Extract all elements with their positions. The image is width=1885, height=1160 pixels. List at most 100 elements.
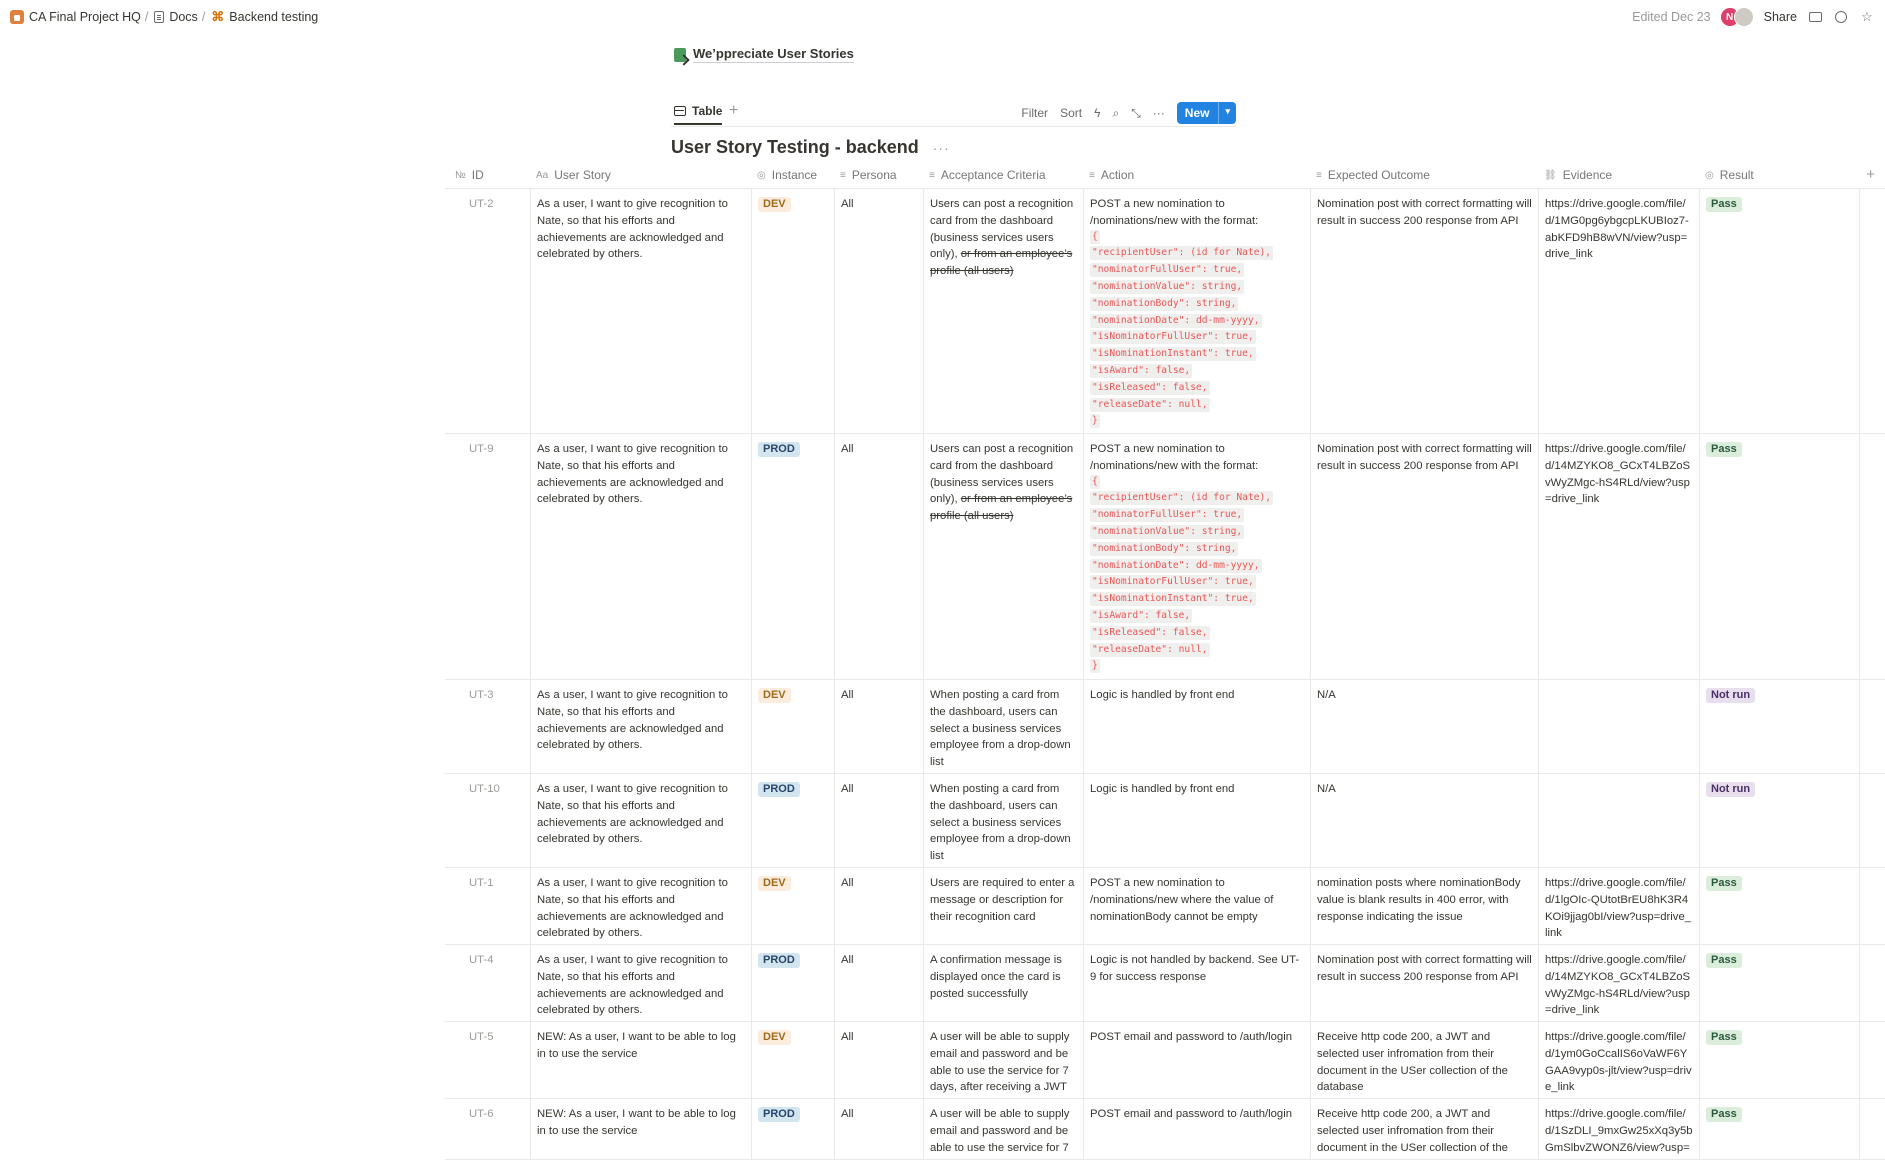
- cell-action[interactable]: Logic is not handled by backend. See UT-…: [1083, 945, 1310, 1021]
- cell-id[interactable]: UT-10: [445, 774, 530, 867]
- collaborator-avatars[interactable]: N: [1720, 7, 1754, 27]
- cell-criteria[interactable]: Users can post a recognition card from t…: [923, 434, 1083, 679]
- cell-story[interactable]: NEW: As a user, I want to be able to log…: [530, 1099, 751, 1159]
- table-row[interactable]: UT-5 NEW: As a user, I want to be able to…: [445, 1022, 1885, 1099]
- evidence-link[interactable]: https://drive.google.com/file/d/14MZYKO8…: [1545, 443, 1690, 505]
- cell-outcome[interactable]: nomination posts where nominationBody va…: [1310, 868, 1538, 944]
- cell-persona[interactable]: All: [834, 434, 923, 679]
- cell-evidence[interactable]: https://drive.google.com/file/d/1ym0GoCc…: [1538, 1022, 1699, 1098]
- column-header-instance[interactable]: ◎ Instance: [751, 162, 834, 188]
- cell-extra[interactable]: [1859, 774, 1885, 867]
- cell-extra[interactable]: [1859, 680, 1885, 773]
- cell-persona[interactable]: All: [834, 680, 923, 773]
- cell-persona[interactable]: All: [834, 774, 923, 867]
- cell-instance[interactable]: PROD: [751, 945, 834, 1021]
- cell-evidence[interactable]: https://drive.google.com/file/d/1MG0pg6y…: [1538, 189, 1699, 433]
- cell-criteria[interactable]: A confirmation message is displayed once…: [923, 945, 1083, 1021]
- cell-criteria[interactable]: When posting a card from the dashboard, …: [923, 680, 1083, 773]
- evidence-link[interactable]: https://drive.google.com/file/d/1MG0pg6y…: [1545, 198, 1689, 260]
- cell-instance[interactable]: DEV: [751, 1022, 834, 1098]
- more-options-icon[interactable]: ···: [1153, 106, 1165, 120]
- table-row[interactable]: UT-6 NEW: As a user, I want to be able to…: [445, 1099, 1885, 1160]
- cell-persona[interactable]: All: [834, 1099, 923, 1159]
- cell-story[interactable]: As a user, I want to give recognition to…: [530, 774, 751, 867]
- comments-icon[interactable]: [1807, 9, 1823, 25]
- cell-extra[interactable]: [1859, 1099, 1885, 1159]
- cell-story[interactable]: As a user, I want to give recognition to…: [530, 434, 751, 679]
- column-header-story[interactable]: Aa User Story: [530, 162, 751, 188]
- cell-extra[interactable]: [1859, 868, 1885, 944]
- cell-result[interactable]: Pass: [1699, 1022, 1859, 1098]
- cell-instance[interactable]: DEV: [751, 868, 834, 944]
- new-button[interactable]: New ▾: [1176, 102, 1236, 124]
- cell-evidence[interactable]: https://drive.google.com/file/d/1SzDLI_9…: [1538, 1099, 1699, 1159]
- filter-button[interactable]: Filter: [1021, 106, 1048, 120]
- cell-action[interactable]: POST a new nomination to /nominations/ne…: [1083, 434, 1310, 679]
- page-title[interactable]: We’ppreciate User Stories: [693, 46, 854, 63]
- evidence-link[interactable]: https://drive.google.com/file/d/1ym0GoCc…: [1545, 1031, 1692, 1093]
- cell-action[interactable]: POST email and password to /auth/login: [1083, 1022, 1310, 1098]
- cell-outcome[interactable]: Receive http code 200, a JWT and selecte…: [1310, 1099, 1538, 1159]
- cell-instance[interactable]: PROD: [751, 774, 834, 867]
- cell-action[interactable]: Logic is handled by front end: [1083, 774, 1310, 867]
- column-header-id[interactable]: № ID: [445, 162, 530, 188]
- cell-story[interactable]: As a user, I want to give recognition to…: [530, 945, 751, 1021]
- cell-outcome[interactable]: Nomination post with correct formatting …: [1310, 945, 1538, 1021]
- cell-criteria[interactable]: Users are required to enter a message or…: [923, 868, 1083, 944]
- evidence-link[interactable]: https://drive.google.com/file/d/1lgOIc-Q…: [1545, 877, 1691, 939]
- cell-result[interactable]: Pass: [1699, 189, 1859, 433]
- cell-persona[interactable]: All: [834, 1022, 923, 1098]
- cell-id[interactable]: UT-9: [445, 434, 530, 679]
- table-row[interactable]: UT-4 As a user, I want to give recognitio…: [445, 945, 1885, 1022]
- column-header-evidence[interactable]: ⛓ Evidence: [1538, 162, 1699, 188]
- cell-evidence[interactable]: [1538, 774, 1699, 867]
- table-row[interactable]: UT-2 As a user, I want to give recognitio…: [445, 189, 1885, 434]
- sort-button[interactable]: Sort: [1060, 106, 1082, 120]
- cell-id[interactable]: UT-2: [445, 189, 530, 433]
- column-header-result[interactable]: ◎ Result: [1699, 162, 1859, 188]
- cell-instance[interactable]: PROD: [751, 1099, 834, 1159]
- cell-result[interactable]: Not run: [1699, 774, 1859, 867]
- column-header-action[interactable]: ≡ Action: [1083, 162, 1310, 188]
- cell-action[interactable]: POST a new nomination to /nominations/ne…: [1083, 868, 1310, 944]
- cell-id[interactable]: UT-4: [445, 945, 530, 1021]
- cell-action[interactable]: POST email and password to /auth/login: [1083, 1099, 1310, 1159]
- evidence-link[interactable]: https://drive.google.com/file/d/14MZYKO8…: [1545, 954, 1690, 1016]
- breadcrumb-item-backend-testing[interactable]: ⌘ Backend testing: [211, 9, 318, 25]
- table-row[interactable]: UT-1 As a user, I want to give recognitio…: [445, 868, 1885, 945]
- cell-evidence[interactable]: https://drive.google.com/file/d/14MZYKO8…: [1538, 945, 1699, 1021]
- chevron-down-icon[interactable]: ▾: [1218, 102, 1236, 124]
- cell-id[interactable]: UT-3: [445, 680, 530, 773]
- cell-action[interactable]: POST a new nomination to /nominations/ne…: [1083, 189, 1310, 433]
- cell-persona[interactable]: All: [834, 868, 923, 944]
- column-header-persona[interactable]: ≡ Persona: [834, 162, 923, 188]
- cell-criteria[interactable]: Users can post a recognition card from t…: [923, 189, 1083, 433]
- column-header-criteria[interactable]: ≡ Acceptance Criteria: [923, 162, 1083, 188]
- cell-story[interactable]: As a user, I want to give recognition to…: [530, 868, 751, 944]
- evidence-link[interactable]: https://drive.google.com/file/d/1SzDLI_9…: [1545, 1108, 1693, 1159]
- cell-extra[interactable]: [1859, 434, 1885, 679]
- cell-outcome[interactable]: Nomination post with correct formatting …: [1310, 434, 1538, 679]
- breadcrumb-item-docs[interactable]: Docs: [154, 10, 198, 24]
- cell-instance[interactable]: PROD: [751, 434, 834, 679]
- cell-outcome[interactable]: N/A: [1310, 680, 1538, 773]
- cell-id[interactable]: UT-5: [445, 1022, 530, 1098]
- cell-story[interactable]: As a user, I want to give recognition to…: [530, 189, 751, 433]
- cell-result[interactable]: Pass: [1699, 434, 1859, 679]
- cell-instance[interactable]: DEV: [751, 189, 834, 433]
- automation-icon[interactable]: ϟ: [1094, 106, 1100, 120]
- cell-criteria[interactable]: A user will be able to supply email and …: [923, 1022, 1083, 1098]
- cell-id[interactable]: UT-6: [445, 1099, 530, 1159]
- database-more-icon[interactable]: ···: [933, 140, 950, 156]
- cell-instance[interactable]: DEV: [751, 680, 834, 773]
- column-header-outcome[interactable]: ≡ Expected Outcome: [1310, 162, 1538, 188]
- cell-extra[interactable]: [1859, 189, 1885, 433]
- cell-extra[interactable]: [1859, 1022, 1885, 1098]
- tab-table[interactable]: Table: [674, 104, 723, 125]
- cell-result[interactable]: Pass: [1699, 945, 1859, 1021]
- cell-outcome[interactable]: Receive http code 200, a JWT and selecte…: [1310, 1022, 1538, 1098]
- cell-result[interactable]: Pass: [1699, 1099, 1859, 1159]
- add-view-button[interactable]: +: [729, 102, 738, 120]
- favorite-icon[interactable]: ☆: [1859, 9, 1875, 25]
- table-row[interactable]: UT-10 As a user, I want to give recogniti…: [445, 774, 1885, 868]
